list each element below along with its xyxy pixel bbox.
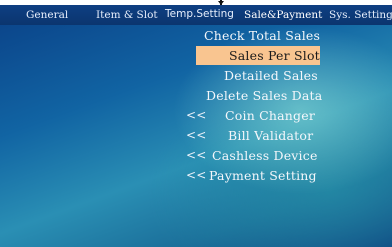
tab-sys-setting[interactable]: Sys. Setting [329,9,392,21]
menu-item-label: Payment Setting [209,168,317,183]
chevron-left-icon: << [186,128,207,142]
tab-sale-payment[interactable]: Sale&Payment [244,9,322,21]
menu-item-label: Sales Per Slot [229,48,320,63]
menu-item-label: Bill Validator [228,128,314,143]
menu-item-label: Cashless Device [212,148,318,163]
menu-item-label: Check Total Sales [204,28,321,43]
menu-item-label: Delete Sales Data [206,88,323,103]
menu-item-label: Coin Changer [225,108,316,123]
menu-item-label: Detailed Sales [224,68,318,83]
chevron-left-icon: << [186,148,207,162]
tab-general[interactable]: General [26,9,68,21]
tab-bar: General Item & Slot Temp.Setting Sale&Pa… [0,5,392,25]
tab-temp-setting[interactable]: Temp.Setting [165,8,234,20]
chevron-left-icon: << [186,108,207,122]
tab-item-slot[interactable]: Item & Slot [96,9,158,21]
chevron-left-icon: << [186,168,207,182]
